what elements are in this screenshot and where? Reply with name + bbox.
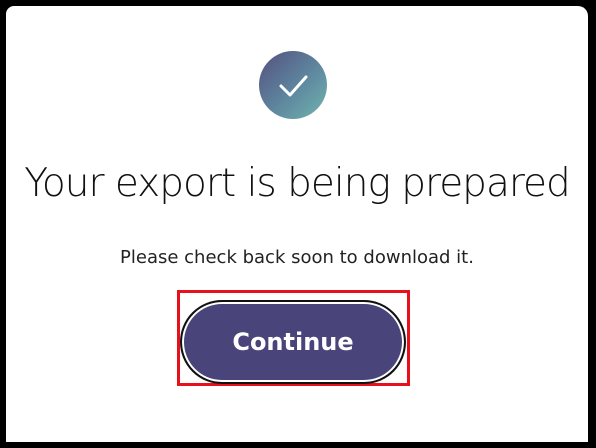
dialog-message: Please check back soon to download it. [120,247,474,268]
dialog-title: Your export is being prepared [24,161,571,206]
screen-frame: Your export is being prepared Please che… [0,0,596,448]
checkmark-glyph [279,75,308,97]
checkmark-icon [259,51,327,119]
continue-button[interactable]: Continue [180,300,406,384]
export-dialog: Your export is being prepared Please che… [6,6,588,442]
